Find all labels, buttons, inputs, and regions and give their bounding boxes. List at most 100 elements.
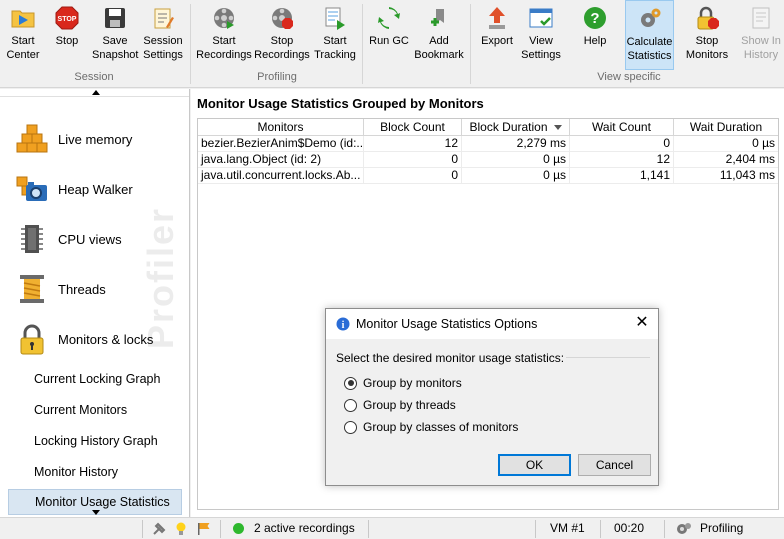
sidebar: Profiler Live memory Heap Walker CPU vie… (0, 89, 190, 517)
tools-icon[interactable] (152, 518, 166, 539)
sidebar-item-live-memory[interactable]: Live memory (0, 116, 189, 162)
options-dialog: i Monitor Usage Statistics Options ✕ Sel… (325, 308, 659, 486)
start-center-label: Start Center (6, 35, 40, 61)
sidebar-item-label: Live memory (58, 131, 133, 147)
save-snapshot-label: Save Snapshot (92, 35, 139, 61)
stop-recordings-label: Stop Recordings (254, 35, 310, 61)
sort-descending-icon (553, 125, 562, 131)
column-header-monitors[interactable]: Monitors (198, 119, 364, 136)
radio-group-by-monitors[interactable]: Group by monitors (344, 376, 462, 390)
sidebar-item-label: Heap Walker (58, 181, 133, 197)
cell-wait-count: 1,141 (570, 168, 674, 184)
dialog-titlebar[interactable]: i Monitor Usage Statistics Options ✕ (326, 309, 658, 339)
run-gc-icon (376, 5, 402, 31)
show-in-history-button[interactable]: Show In History (738, 0, 784, 70)
session-settings-icon (150, 5, 176, 31)
sidebar-item-monitor-history[interactable]: Monitor History (8, 459, 182, 485)
vm-label: VM #1 (550, 521, 585, 535)
svg-text:STOP: STOP (58, 16, 77, 23)
table-row[interactable]: bezier.BezierAnim$Demo (id:... 12 2,279 … (198, 136, 778, 152)
cell-monitor: java.lang.Object (id: 2) (198, 152, 364, 168)
info-icon: i (336, 317, 350, 331)
radio-button[interactable] (344, 420, 357, 434)
radio-group-by-threads[interactable]: Group by threads (344, 398, 456, 412)
add-bookmark-button[interactable]: Add Bookmark (414, 0, 464, 70)
radio-group-by-classes[interactable]: Group by classes of monitors (344, 420, 518, 434)
help-button[interactable]: ? Help (572, 0, 618, 70)
cell-block-count: 0 (364, 152, 462, 168)
lightbulb-icon[interactable] (175, 518, 187, 539)
sidebar-item-label: Monitors & locks (58, 331, 154, 347)
recording-status-dot (233, 523, 244, 534)
table-row[interactable]: java.lang.Object (id: 2) 0 0 µs 12 2,404… (198, 152, 778, 168)
toolbar-separator (190, 4, 191, 84)
radio-label: Group by classes of monitors (363, 420, 519, 434)
stop-recordings-button[interactable]: Stop Recordings (254, 0, 310, 70)
session-settings-button[interactable]: Session Settings (140, 0, 186, 70)
profiling-mode-label: Profiling (700, 521, 744, 535)
table-row[interactable]: java.util.concurrent.locks.Ab... 0 0 µs … (198, 168, 778, 184)
lock-icon (16, 323, 48, 355)
toolbar-separator (470, 4, 471, 84)
export-icon (484, 5, 510, 31)
stop-button[interactable]: STOP Stop (46, 0, 88, 70)
calculate-statistics-button[interactable]: Calculate Statistics (625, 0, 674, 70)
cell-monitor: java.util.concurrent.locks.Ab... (198, 168, 364, 184)
radio-button-checked[interactable] (344, 376, 357, 390)
sidebar-item-label: Locking History Graph (34, 434, 158, 448)
export-button[interactable]: Export (474, 0, 520, 70)
cell-wait-duration: 11,043 ms (719, 168, 775, 182)
column-header-block-count[interactable]: Block Count (364, 119, 462, 136)
radio-button[interactable] (344, 398, 357, 412)
start-tracking-label: Start Tracking (314, 35, 356, 61)
save-snapshot-button[interactable]: Save Snapshot (92, 0, 138, 70)
sidebar-item-label: Monitor Usage Statistics (35, 495, 170, 509)
column-header-wait-count[interactable]: Wait Count (570, 119, 674, 136)
status-separator (142, 520, 143, 538)
live-memory-icon (16, 123, 48, 155)
sidebar-item-current-locking-graph[interactable]: Current Locking Graph (8, 366, 182, 392)
cell-monitor: bezier.BezierAnim$Demo (id:... (198, 136, 364, 152)
cell-block-duration: 0 µs (462, 168, 570, 184)
heap-walker-icon (16, 173, 48, 205)
close-icon[interactable]: ✕ (634, 315, 650, 331)
flag-icon[interactable] (197, 518, 211, 539)
sidebar-item-monitors-locks[interactable]: Monitors & locks (0, 316, 189, 362)
status-separator (220, 520, 221, 538)
save-snapshot-icon (102, 5, 128, 31)
sidebar-item-label: CPU views (58, 231, 122, 247)
sidebar-scroll-up-button[interactable] (0, 89, 189, 97)
run-gc-button[interactable]: Run GC (366, 0, 412, 70)
sidebar-item-cpu-views[interactable]: CPU views (0, 216, 189, 262)
recordings-status: 2 active recordings (233, 518, 355, 539)
cancel-button[interactable]: Cancel (578, 454, 651, 476)
start-recordings-label: Start Recordings (196, 35, 252, 61)
ok-button[interactable]: OK (498, 454, 571, 476)
sidebar-item-locking-history-graph[interactable]: Locking History Graph (8, 428, 182, 454)
cell-block-count: 12 (364, 136, 462, 152)
stop-monitors-button[interactable]: Stop Monitors (682, 0, 732, 70)
radio-label: Group by threads (363, 398, 456, 412)
toolbar-separator (362, 4, 363, 84)
page-title: Monitor Usage Statistics Grouped by Moni… (197, 96, 484, 111)
start-recordings-button[interactable]: Start Recordings (196, 0, 252, 70)
column-header-block-duration[interactable]: Block Duration (462, 119, 570, 136)
sidebar-item-current-monitors[interactable]: Current Monitors (8, 397, 182, 423)
column-header-wait-duration[interactable]: Wait Duration (674, 119, 778, 136)
view-settings-label: View Settings (521, 35, 561, 61)
sidebar-scroll-down-button[interactable] (92, 510, 100, 515)
start-tracking-button[interactable]: Start Tracking (312, 0, 358, 70)
start-center-icon (10, 5, 36, 31)
chevron-up-icon (92, 90, 100, 95)
start-center-button[interactable]: Start Center (2, 0, 44, 70)
profiling-mode: Profiling (676, 518, 743, 539)
show-in-history-label: Show In History (741, 35, 781, 61)
dialog-prompt: Select the desired monitor usage statist… (336, 351, 565, 365)
sidebar-item-threads[interactable]: Threads (0, 266, 189, 312)
profiling-icon (677, 522, 691, 534)
view-specific-group-label: View specific (597, 71, 661, 83)
cell-block-count: 0 (364, 168, 462, 184)
view-settings-button[interactable]: View Settings (518, 0, 564, 70)
sidebar-item-heap-walker[interactable]: Heap Walker (0, 166, 189, 212)
cpu-views-icon (16, 223, 48, 255)
